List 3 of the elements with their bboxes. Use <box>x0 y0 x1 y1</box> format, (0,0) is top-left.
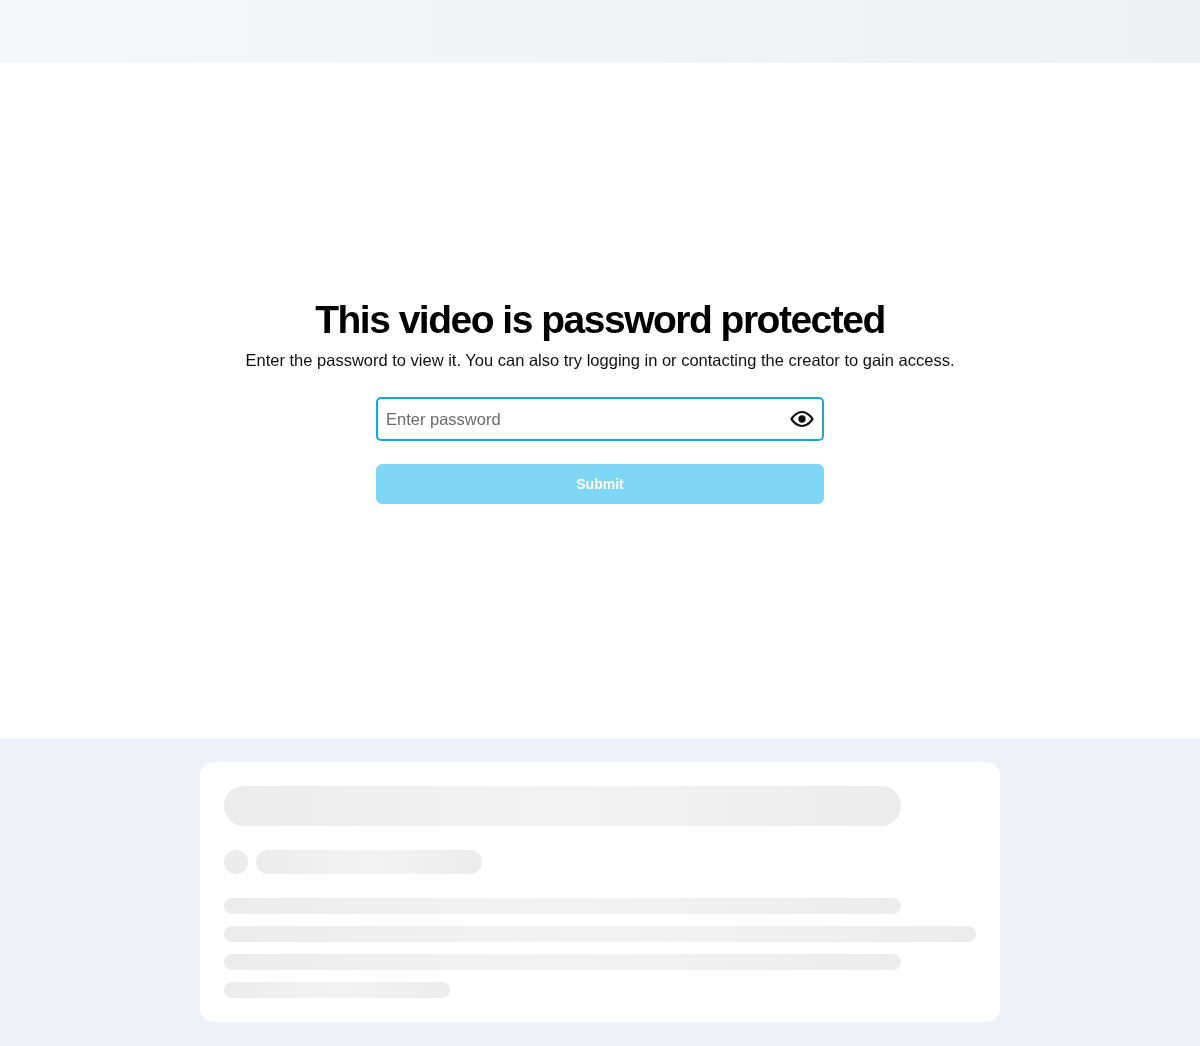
page-title: This video is password protected <box>315 298 885 342</box>
password-field[interactable]: Enter password <box>376 397 824 441</box>
info-message: Enter the password to view it. You can also try logging in or contacting the creator to gain access. <box>245 350 955 371</box>
